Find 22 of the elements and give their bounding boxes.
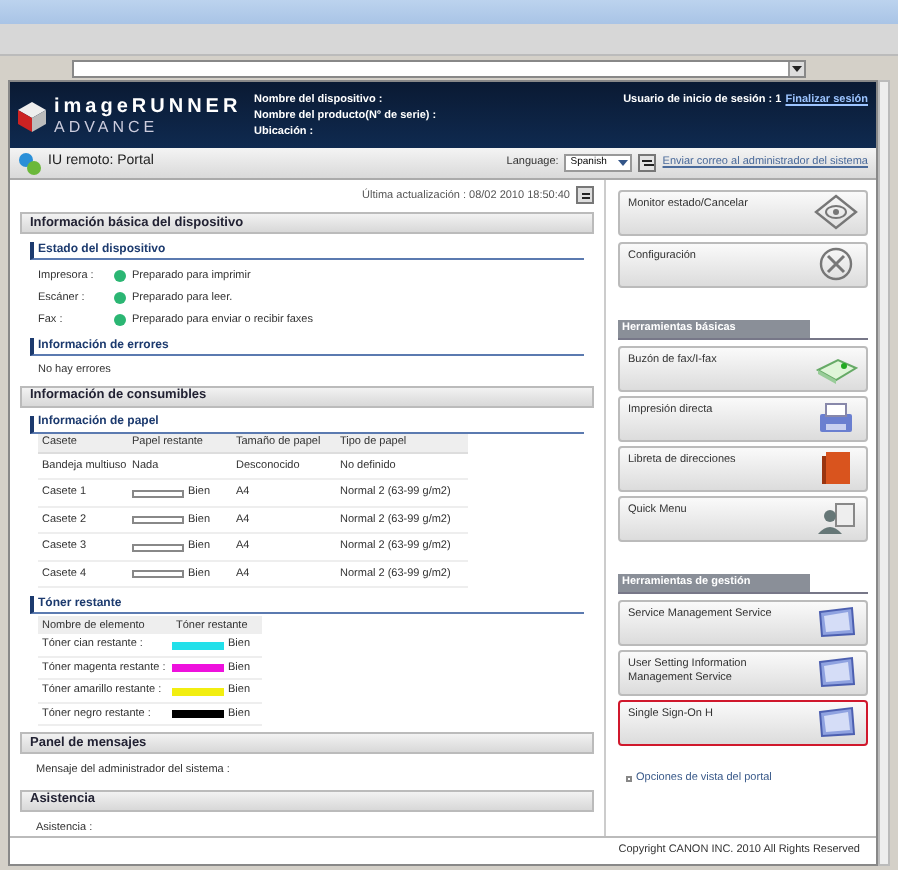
switch-language-button[interactable] — [638, 154, 657, 172]
dropdown-icon[interactable] — [788, 61, 804, 75]
bullet-icon — [626, 775, 632, 782]
address-field[interactable] — [72, 59, 806, 77]
monitor-icon — [814, 704, 858, 740]
cube-logo-icon — [18, 102, 46, 132]
paper-gauge — [132, 570, 184, 579]
monitor-icon — [814, 604, 858, 640]
brand-subname: ADVANCE — [54, 118, 161, 138]
brand-name: imageRUNNER — [54, 96, 244, 118]
refresh-button[interactable] — [576, 186, 594, 205]
scrollbar[interactable] — [878, 80, 890, 866]
eye-icon — [814, 194, 858, 230]
monitor-icon — [814, 654, 858, 690]
dropdown-icon[interactable] — [618, 160, 629, 166]
paper-gauge — [132, 516, 184, 525]
printer-icon — [814, 400, 858, 436]
paper-gauge — [132, 489, 184, 498]
paper-gauge — [132, 543, 184, 552]
user-icon — [814, 500, 858, 536]
globe-icon — [18, 151, 42, 175]
swap-icon — [641, 158, 654, 168]
